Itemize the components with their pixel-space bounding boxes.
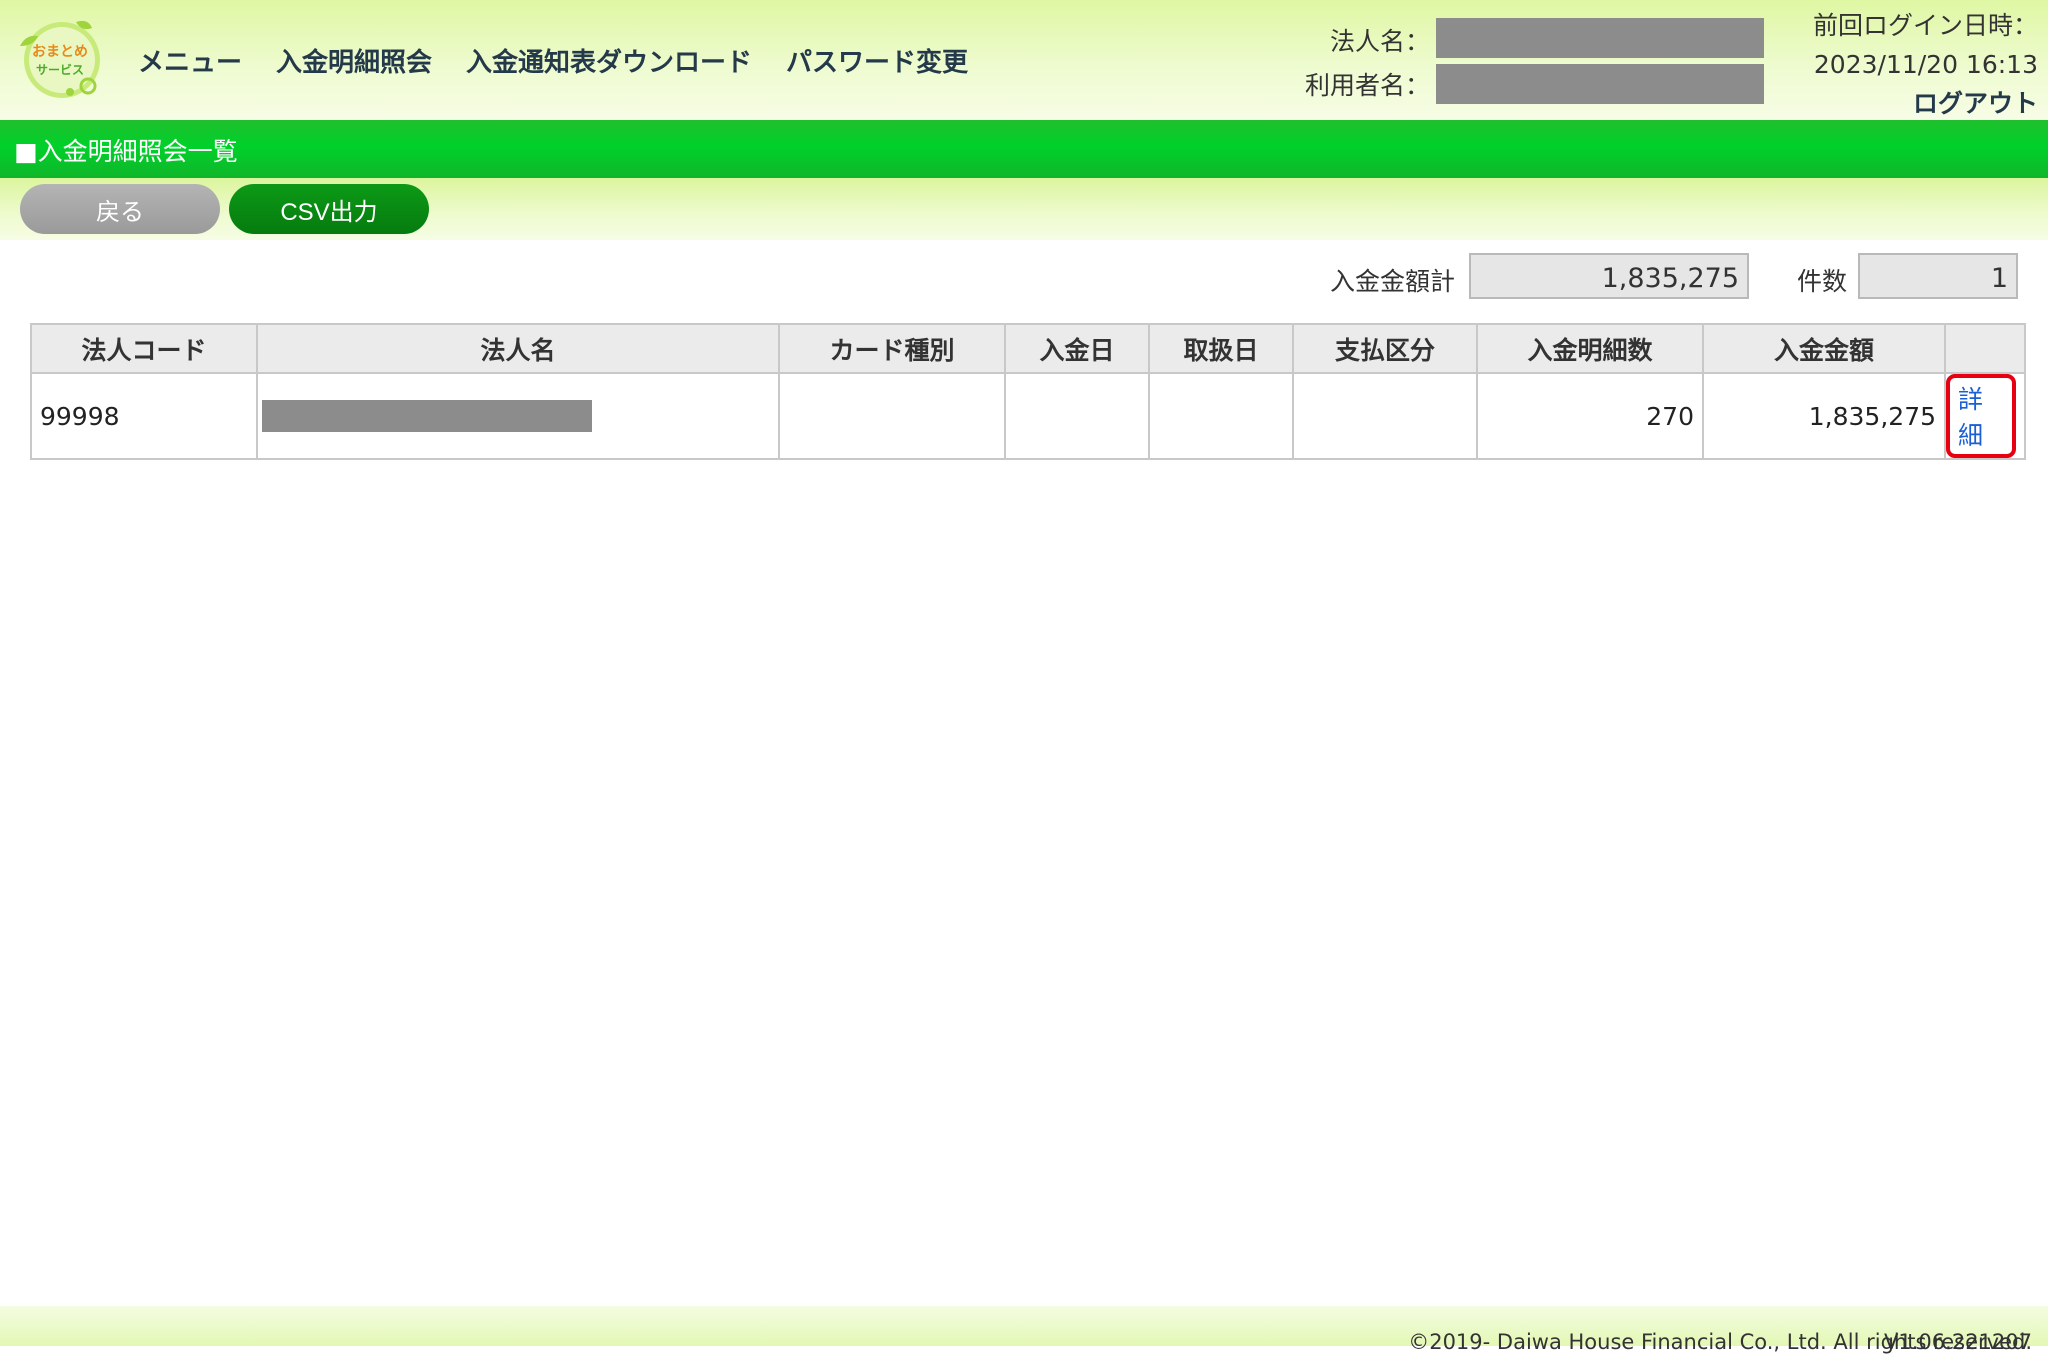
footer: V1.06.221207 ©2019- Daiwa House Financia… bbox=[0, 1306, 2048, 1354]
cell-corp-name bbox=[256, 372, 780, 460]
csv-export-button[interactable]: CSV出力 bbox=[229, 184, 429, 234]
last-login-label: 前回ログイン日時： bbox=[1812, 11, 2038, 40]
nav-password-change[interactable]: パスワード変更 bbox=[786, 42, 968, 79]
cell-deposit-date bbox=[1004, 372, 1150, 460]
col-payment-type: 支払区分 bbox=[1292, 323, 1478, 374]
count-value: 1 bbox=[1858, 253, 2018, 299]
user-name-redacted bbox=[1436, 64, 1764, 104]
col-corp-name: 法人名 bbox=[256, 323, 780, 374]
cell-corp-code: 99998 bbox=[30, 372, 258, 460]
cell-amount: 1,835,275 bbox=[1702, 372, 1946, 460]
logo-text-line2: サービス bbox=[36, 62, 84, 77]
total-amount-value: 1,835,275 bbox=[1469, 253, 1749, 299]
total-amount-label: 入金金額計 bbox=[1330, 267, 1456, 296]
user-name-label: 利用者名： bbox=[1305, 71, 1431, 100]
count-label: 件数 bbox=[1797, 267, 1848, 296]
col-handling-date: 取扱日 bbox=[1148, 323, 1294, 374]
last-login-value: 2023/11/20 16:13 bbox=[1813, 50, 2038, 79]
logout-link[interactable]: ログアウト bbox=[1813, 84, 2038, 123]
footer-text: V1.06.221207 ©2019- Daiwa House Financia… bbox=[1408, 1318, 2040, 1354]
page-title: ■入金明細照会一覧 bbox=[14, 137, 238, 166]
col-corp-code: 法人コード bbox=[30, 323, 258, 374]
copyright-text: ©2019- Daiwa House Financial Co., Ltd. A… bbox=[1408, 1330, 2032, 1354]
detail-link[interactable]: 詳細 bbox=[1946, 374, 2016, 458]
col-card-type: カード種別 bbox=[778, 323, 1006, 374]
logo-text-line1: おまとめ bbox=[32, 44, 88, 60]
button-bar: 戻る CSV出力 bbox=[0, 178, 2048, 240]
main-nav: メニュー 入金明細照会 入金通知表ダウンロード パスワード変更 bbox=[138, 42, 968, 79]
deposit-table: 法人コード 法人名 カード種別 入金日 取扱日 支払区分 入金明細数 入金金額 … bbox=[30, 323, 2026, 460]
col-detail-count: 入金明細数 bbox=[1476, 323, 1704, 374]
cell-handling-date bbox=[1148, 372, 1294, 460]
table-header-row: 法人コード 法人名 カード種別 入金日 取扱日 支払区分 入金明細数 入金金額 bbox=[30, 323, 2026, 374]
nav-menu[interactable]: メニュー bbox=[138, 42, 242, 79]
nav-notice-download[interactable]: 入金通知表ダウンロード bbox=[466, 42, 752, 79]
cell-detail-count: 270 bbox=[1476, 372, 1704, 460]
col-amount: 入金金額 bbox=[1702, 323, 1946, 374]
col-action bbox=[1944, 323, 2026, 374]
back-button[interactable]: 戻る bbox=[20, 184, 220, 234]
page-title-bar: ■入金明細照会一覧 bbox=[0, 120, 2048, 178]
col-deposit-date: 入金日 bbox=[1004, 323, 1150, 374]
last-login-info: 前回ログイン日時： 2023/11/20 16:13 ログアウト bbox=[1813, 6, 2038, 123]
cell-payment-type bbox=[1292, 372, 1478, 460]
cell-action: 詳細 bbox=[1944, 372, 2026, 460]
table-row: 99998 270 1,835,275 詳細 bbox=[30, 372, 2026, 460]
nav-deposit-inquiry[interactable]: 入金明細照会 bbox=[276, 42, 432, 79]
corp-name-redacted-cell bbox=[262, 400, 592, 432]
corp-name-label: 法人名： bbox=[1330, 27, 1431, 56]
corp-name-redacted bbox=[1436, 18, 1764, 58]
header-bar: おまとめ サービス メニュー 入金明細照会 入金通知表ダウンロード パスワード変… bbox=[0, 0, 2048, 120]
omatome-service-logo[interactable]: おまとめ サービス bbox=[12, 16, 108, 100]
cell-card-type bbox=[778, 372, 1006, 460]
